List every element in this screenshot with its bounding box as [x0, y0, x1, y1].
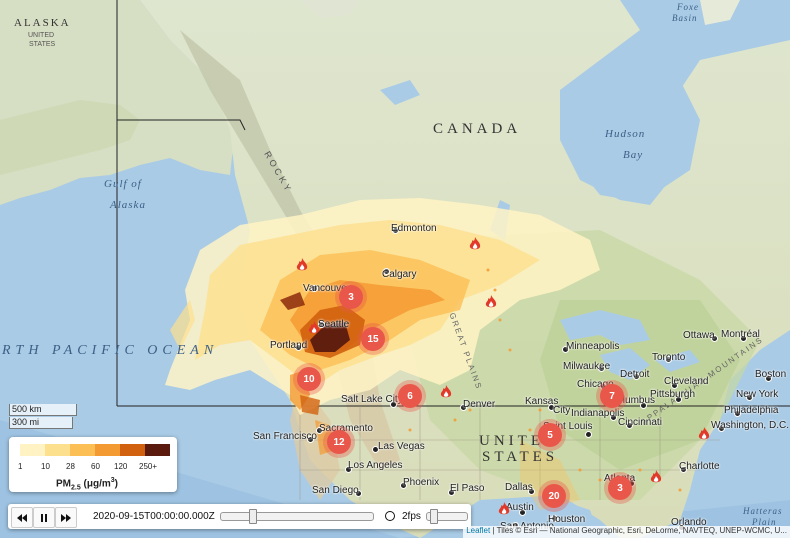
fire-icon[interactable]	[498, 502, 510, 516]
fire-cluster[interactable]: 3	[339, 285, 363, 309]
city-label: Denver	[463, 399, 496, 410]
city-label: Washington, D.C.	[711, 420, 789, 431]
foxe-label-line2: Basin	[672, 13, 698, 23]
legend-unit: PM2.5 (μg/m3)	[56, 477, 118, 492]
city-label: New York	[736, 389, 779, 400]
city-label: Cincinnati	[618, 417, 662, 428]
leaflet-link[interactable]: Leaflet	[466, 526, 490, 535]
legend-tick: 28	[66, 462, 75, 471]
fire-icon[interactable]	[650, 470, 662, 484]
fire-icon[interactable]	[485, 295, 497, 309]
speed-slider-thumb[interactable]	[430, 509, 438, 524]
time-slider[interactable]	[220, 509, 374, 524]
current-timestamp: 2020-09-15T00:00:00.000Z	[93, 511, 215, 522]
city-label: Las Vegas	[378, 441, 425, 452]
playback-controls: 2020-09-15T00:00:00.000Z 2fps	[8, 504, 471, 529]
fire-cluster[interactable]: 20	[542, 484, 566, 508]
legend-tick: 120	[114, 462, 128, 471]
city-label: Pittsburgh	[650, 389, 696, 400]
forward-icon	[61, 513, 71, 522]
city-label: City	[553, 405, 571, 416]
tiles-attribution: | Tiles © Esri — National Geographic, Es…	[490, 526, 787, 535]
rewind-button[interactable]	[11, 507, 33, 528]
time-slider-thumb[interactable]	[249, 509, 257, 524]
hatteras-label-line1: Hatteras	[743, 506, 783, 516]
canada-label: CANADA	[433, 121, 522, 137]
alaska-label: ALASKA	[14, 17, 71, 29]
pause-button[interactable]	[33, 507, 55, 528]
city-label: Seattle	[318, 319, 350, 330]
city-label: Indianapolis	[571, 408, 625, 419]
fire-cluster[interactable]: 5	[538, 423, 562, 447]
pacific-ocean-label: RTH PACIFIC OCEAN	[2, 343, 219, 358]
forward-button[interactable]	[55, 507, 77, 528]
map-attribution: Leaflet | Tiles © Esri — National Geogra…	[463, 526, 790, 538]
legend-swatch	[95, 444, 120, 456]
city-label: Ottawa	[683, 330, 715, 341]
fire-icon[interactable]	[308, 321, 320, 335]
fire-cluster[interactable]: 15	[361, 327, 385, 351]
foxe-label-line1: Foxe	[677, 2, 699, 12]
scale-mi: 300 mi	[9, 417, 73, 429]
city-label: Philadelphia	[724, 405, 779, 416]
city-label: Portland	[270, 340, 308, 351]
fire-icon[interactable]	[440, 385, 452, 399]
city-label: Cleveland	[664, 376, 709, 387]
alaska-sublabel: UNITED	[28, 32, 55, 39]
fire-cluster[interactable]: 12	[327, 430, 351, 454]
city-label: Austin	[506, 502, 534, 513]
city-label: San Francisco	[253, 431, 317, 442]
gulf-label-line1: Gulf of	[104, 178, 142, 190]
legend-swatch	[120, 444, 145, 456]
city-label: Phoenix	[403, 477, 440, 488]
fire-cluster[interactable]: 6	[398, 384, 422, 408]
legend-swatch	[70, 444, 95, 456]
fire-icon[interactable]	[469, 237, 481, 251]
city-label: Salt Lake City	[341, 394, 403, 405]
hudson-label-line1: Hudson	[605, 128, 646, 140]
city-label: Calgary	[382, 269, 417, 280]
fire-icon[interactable]	[296, 258, 308, 272]
legend-tick: 1	[18, 462, 23, 471]
city-label: Houston	[548, 514, 586, 525]
city-label: Los Angeles	[348, 460, 403, 471]
legend-tick: 60	[91, 462, 100, 471]
fire-icon[interactable]	[698, 427, 710, 441]
city-label: El Paso	[450, 483, 485, 494]
alaska-sublabel2: STATES	[29, 41, 56, 48]
city-label: Milwaukee	[563, 361, 611, 372]
fps-label: 2fps	[402, 511, 421, 522]
city-label: San Diego	[312, 485, 359, 496]
city-label: Dallas	[505, 482, 533, 493]
fire-cluster[interactable]: 3	[608, 476, 632, 500]
fire-cluster[interactable]: 7	[600, 384, 624, 408]
city-label: Toronto	[652, 352, 686, 363]
us-label-line2: STATES	[482, 449, 559, 465]
rewind-icon	[17, 513, 27, 522]
hudson-label-line2: Bay	[623, 149, 644, 161]
legend-swatches	[20, 444, 170, 456]
legend-swatch	[145, 444, 170, 456]
city-label: Montréal	[721, 329, 760, 340]
legend-swatch	[45, 444, 70, 456]
pause-icon	[41, 513, 47, 522]
speed-slider[interactable]	[426, 509, 468, 524]
clock-icon	[385, 511, 395, 521]
city-label: Edmonton	[391, 223, 437, 234]
fire-cluster[interactable]: 10	[297, 367, 321, 391]
legend-tick: 10	[41, 462, 50, 471]
city-label: Boston	[755, 369, 787, 380]
city-label: Charlotte	[679, 461, 720, 472]
pm25-legend: 1 10 28 60 120 250+ PM2.5 (μg/m3)	[9, 437, 177, 492]
scale-km: 500 km	[9, 404, 77, 416]
legend-tick: 250+	[139, 462, 158, 471]
city-label: Detroit	[620, 369, 650, 380]
legend-swatch	[20, 444, 45, 456]
city-label: Minneapolis	[566, 341, 620, 352]
gulf-label-line2: Alaska	[110, 199, 146, 211]
